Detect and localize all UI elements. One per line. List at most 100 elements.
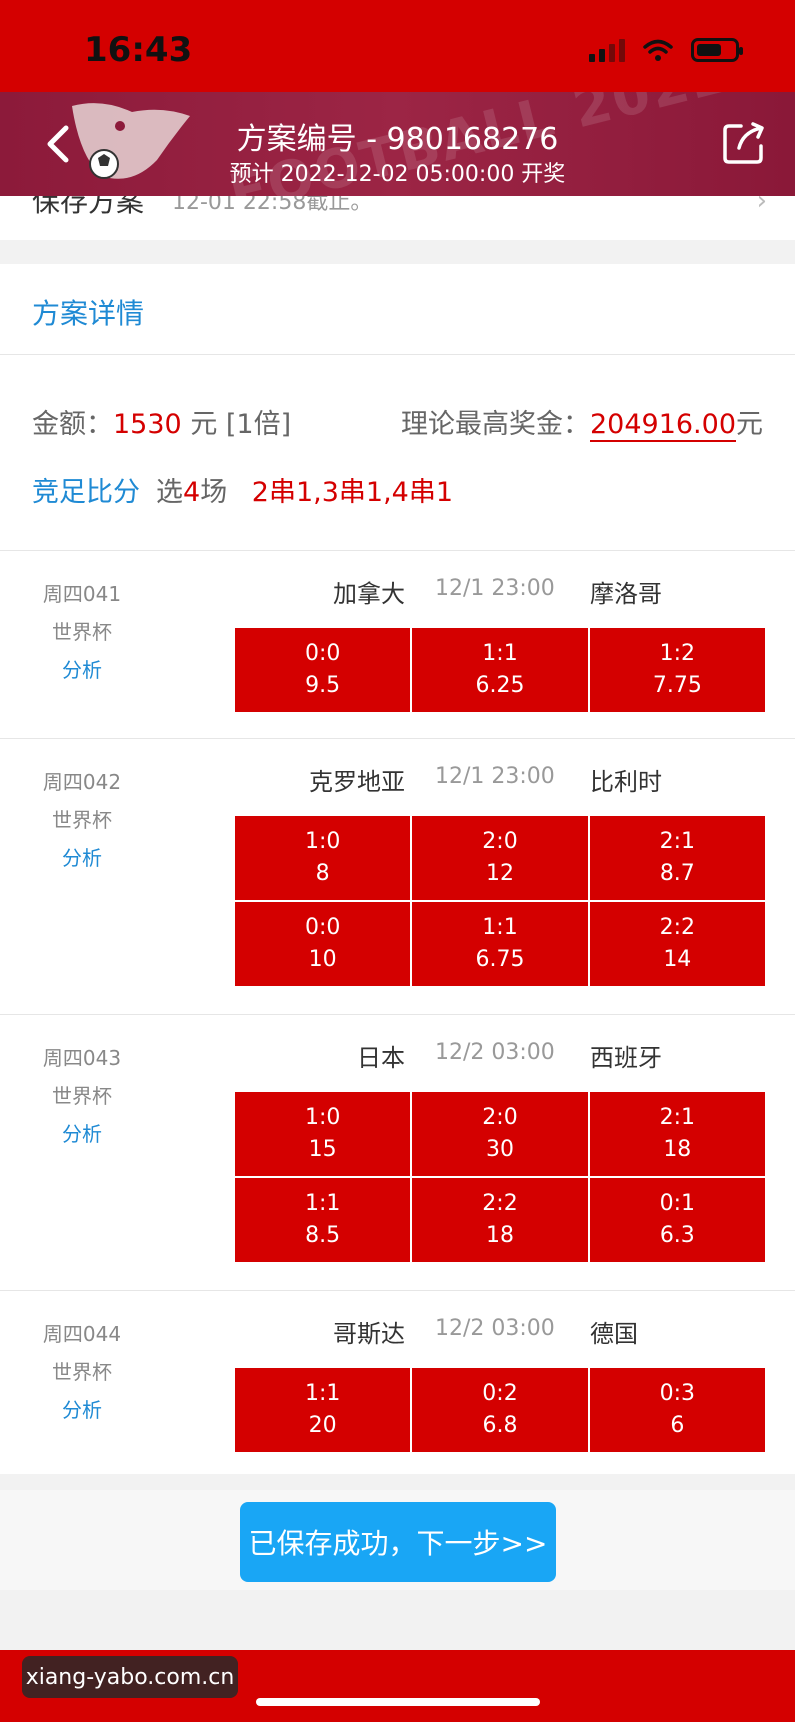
action-bar: 已保存成功，下一步>> — [0, 1490, 795, 1590]
analyze-link[interactable]: 分析 — [32, 842, 132, 880]
pick-odds: 6.3 — [659, 1223, 695, 1248]
pick-score: 2:1 — [659, 829, 696, 854]
pick-score: 2:1 — [659, 1105, 696, 1130]
watermark: xiang-yabo.com.cn — [22, 1656, 238, 1698]
prize-label: 理论最高奖金： — [400, 409, 590, 440]
pick-odds: 6 — [670, 1413, 685, 1438]
score-pick[interactable]: 2:2 18 — [412, 1178, 588, 1262]
play-type: 竞足比分 — [32, 477, 140, 508]
pick-odds: 15 — [308, 1137, 337, 1162]
combo-types: 2串1,3串1,4串1 — [251, 477, 454, 508]
prev-section-label: 保存方案 — [32, 196, 145, 218]
score-pick[interactable]: 1:1 20 — [235, 1368, 411, 1452]
chevron-right-icon[interactable]: › — [757, 196, 767, 216]
prize-unit: 元 — [736, 409, 763, 440]
match-teams: 哥斯达 12/2 03:00 德国 — [235, 1314, 765, 1354]
score-picks-grid: 1:1 20 0:2 6.8 0:3 6 — [235, 1368, 765, 1452]
amount-unit: 元 [1倍] — [190, 409, 292, 440]
pick-odds: 8.5 — [305, 1223, 341, 1248]
score-picks-grid: 1:0 15 2:0 30 2:1 18 1:1 8.5 2:2 18 0:1 6.3 — [235, 1092, 765, 1262]
pick-odds: 14 — [663, 947, 692, 972]
match-code: 周四041 — [42, 582, 122, 606]
score-pick[interactable]: 2:0 12 — [412, 816, 588, 900]
pick-odds: 8.7 — [659, 861, 695, 886]
divider — [0, 354, 795, 355]
pick-odds: 6.25 — [475, 673, 525, 698]
match-block: 周四044 世界杯 分析 哥斯达 12/2 03:00 德国 1:1 20 0:2 6.8 0:3 6 — [0, 1290, 795, 1478]
share-icon[interactable] — [721, 120, 767, 166]
prev-section-text: 12-01 22:58截止。 — [172, 196, 373, 215]
home-team: 加拿大 — [333, 580, 405, 608]
match-time: 12/2 03:00 — [435, 1040, 555, 1065]
score-pick[interactable]: 2:0 30 — [412, 1092, 588, 1176]
pick-score: 1:0 — [304, 829, 341, 854]
pick-odds: 8 — [315, 861, 330, 886]
score-pick[interactable]: 1:1 6.75 — [412, 902, 588, 986]
pick-odds: 30 — [485, 1137, 514, 1162]
league-name: 世界杯 — [52, 808, 112, 832]
status-bar: 16:43 — [0, 0, 795, 92]
analyze-link[interactable]: 分析 — [32, 654, 132, 692]
status-time: 16:43 — [84, 30, 193, 70]
score-pick[interactable]: 0:1 6.3 — [589, 1178, 765, 1262]
league-name: 世界杯 — [52, 1084, 112, 1108]
score-pick[interactable]: 1:1 8.5 — [235, 1178, 411, 1262]
prize-value: 204916.00 — [589, 409, 736, 442]
score-pick[interactable]: 2:1 8.7 — [589, 816, 765, 900]
amount-row: 金额：1530 元 [1倍] — [32, 402, 291, 441]
pick-odds: 10 — [308, 947, 337, 972]
pick-score: 1:1 — [304, 1191, 341, 1216]
signal-icon — [589, 38, 625, 62]
pick-score: 1:1 — [482, 915, 518, 940]
score-pick[interactable]: 1:0 15 — [235, 1092, 411, 1176]
home-indicator[interactable] — [256, 1698, 540, 1706]
score-pick[interactable]: 0:2 6.8 — [412, 1368, 588, 1452]
match-info: 周四043 世界杯分析 — [32, 1042, 132, 1156]
pick-score: 0:0 — [304, 915, 341, 940]
score-pick[interactable]: 1:2 7.75 — [589, 628, 765, 712]
wifi-icon — [643, 39, 673, 61]
amount-value: 1530 — [113, 409, 182, 440]
pick-odds: 7.75 — [652, 673, 702, 698]
score-picks-grid: 1:0 8 2:0 12 2:1 8.7 0:0 10 1:1 6.75 2:2 14 — [235, 816, 765, 986]
away-team: 比利时 — [590, 768, 662, 796]
match-time: 12/2 03:00 — [435, 1316, 555, 1341]
score-pick[interactable]: 0:0 10 — [235, 902, 411, 986]
home-team: 哥斯达 — [333, 1320, 405, 1348]
away-team: 摩洛哥 — [590, 580, 662, 608]
match-block: 周四041 世界杯 分析 加拿大 12/1 23:00 摩洛哥 0:0 9.5 1:1 6.25 1… — [0, 550, 795, 739]
pick-score: 1:2 — [659, 641, 696, 666]
match-info: 周四042 世界杯 分析 — [32, 766, 132, 880]
match-info: 周四044 世界杯 分析 — [32, 1318, 132, 1432]
pick-score: 2:0 — [482, 1105, 518, 1130]
score-pick[interactable]: 2:1 18 — [589, 1092, 765, 1176]
plan-details-card: 方案详情 金额：1530 元 [1倍] 理论最高奖金：204916.00元 竞足… — [0, 264, 795, 1474]
match-teams: 日本 12/2 03:00 西班牙 — [235, 1038, 765, 1078]
pick-odds: 12 — [485, 861, 514, 886]
analyze-link[interactable]: 分析 — [32, 1394, 132, 1432]
pick-odds: 18 — [663, 1137, 692, 1162]
amount-label: 金额： — [32, 409, 113, 440]
score-pick[interactable]: 1:1 6.25 — [412, 628, 588, 712]
league-name: 世界杯 — [52, 1360, 112, 1384]
pick-score: 0:3 — [659, 1381, 696, 1406]
app-header: FOOTBALL 2022 方案编号 - 980168276 预计 2022-1… — [0, 92, 795, 196]
next-step-button[interactable]: 已保存成功，下一步>> — [240, 1502, 556, 1582]
score-pick[interactable]: 0:0 9.5 — [235, 628, 411, 712]
select-prefix: 选 — [156, 477, 183, 508]
match-code: 周四043 — [42, 1046, 122, 1070]
score-pick[interactable]: 1:0 8 — [235, 816, 411, 900]
pick-score: 1:1 — [304, 1381, 341, 1406]
score-pick[interactable]: 2:2 14 — [589, 902, 765, 986]
pick-score: 1:0 — [304, 1105, 341, 1130]
pick-score: 2:2 — [482, 1191, 518, 1216]
analyze-link[interactable]: 分析 — [32, 1118, 132, 1156]
pick-score: 2:2 — [659, 915, 696, 940]
match-teams: 加拿大 12/1 23:00 摩洛哥 — [235, 574, 765, 614]
score-pick[interactable]: 0:3 6 — [589, 1368, 765, 1452]
match-teams: 克罗地亚 12/1 23:00 比利时 — [235, 762, 765, 802]
play-type-row: 竞足比分 选4场 2串1,3串1,4串1 — [32, 470, 453, 509]
pick-score: 0:1 — [659, 1191, 696, 1216]
match-block: 周四042 世界杯 分析 克罗地亚 12/1 23:00 比利时 1:0 8 2:0 12 2:1 8… — [0, 738, 795, 1015]
prev-section: 保存方案 12-01 22:58截止。 › — [0, 196, 795, 240]
